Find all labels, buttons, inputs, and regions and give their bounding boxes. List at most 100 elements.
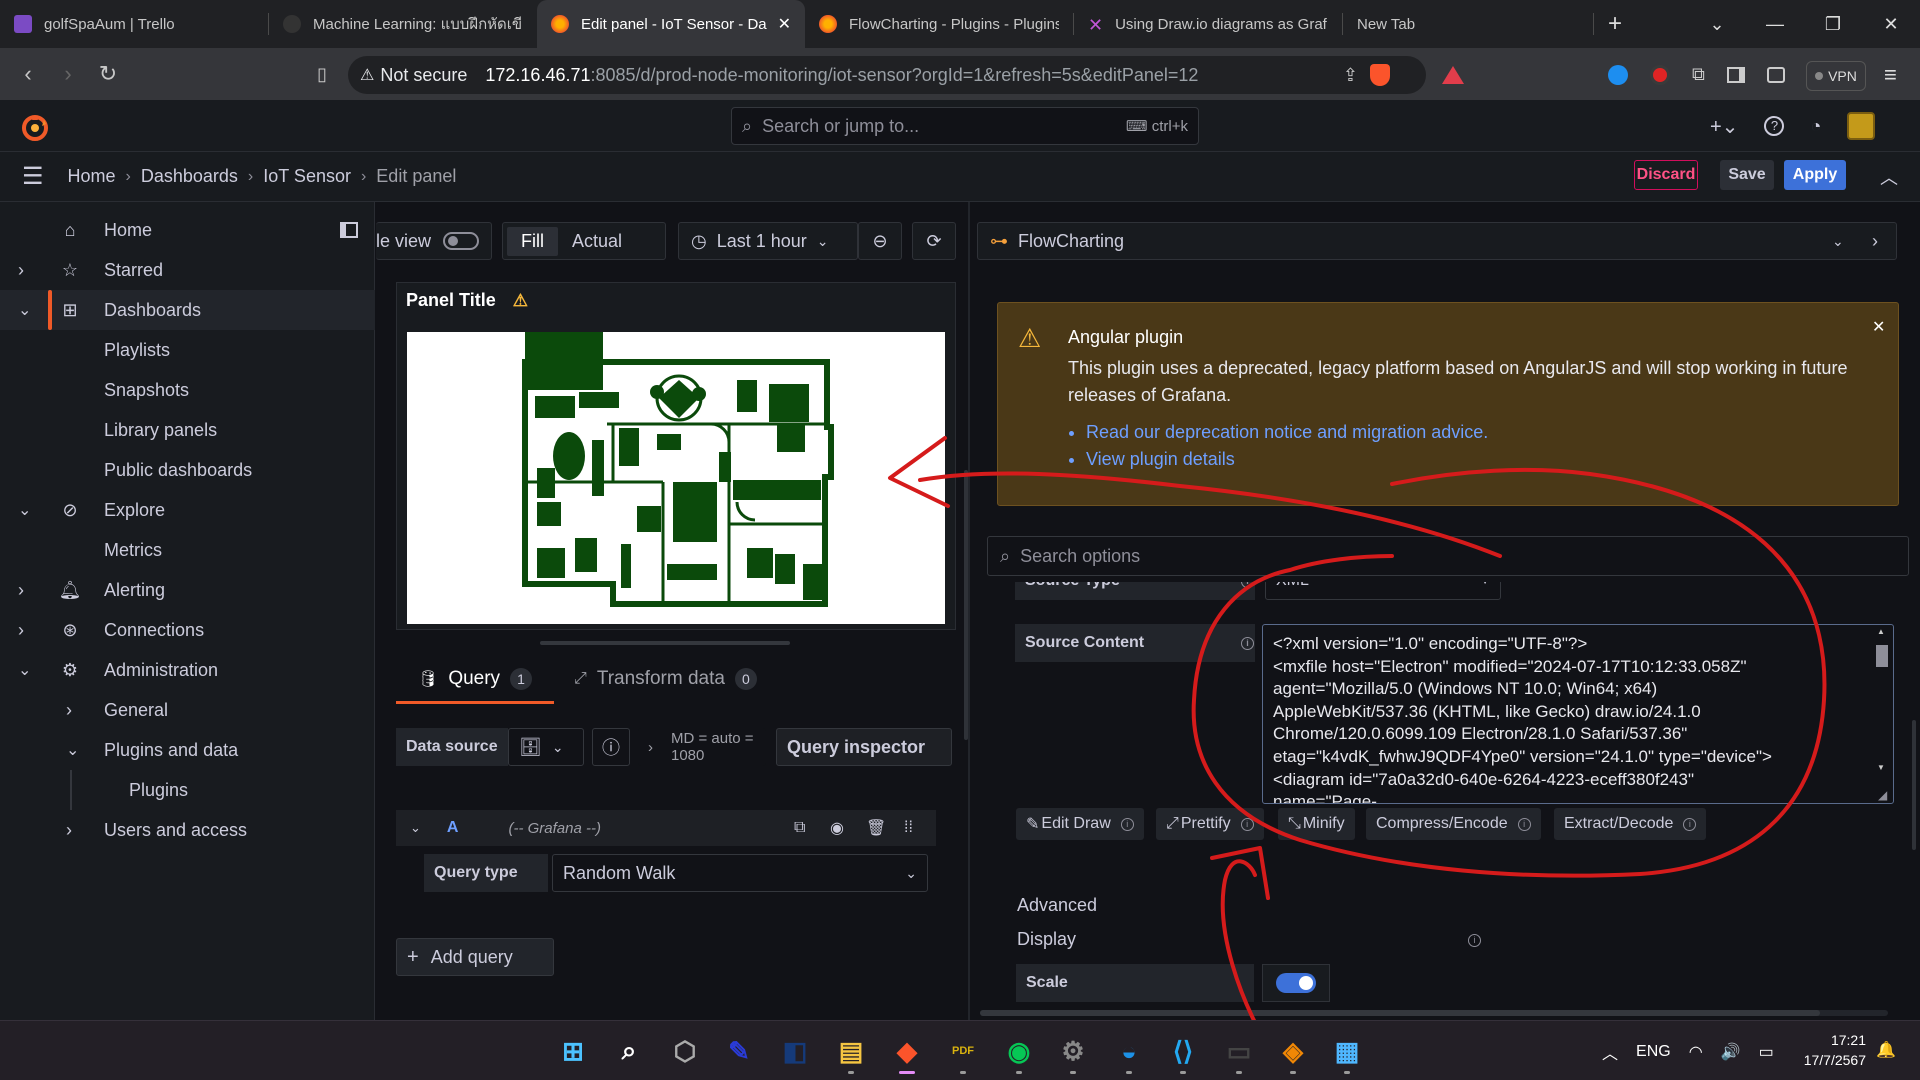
prettify-button[interactable]: ⤢ Prettify i — [1156, 808, 1264, 840]
chevron-right-icon[interactable]: › — [18, 580, 24, 601]
sidebar-item-plugins[interactable]: Plugins — [0, 770, 375, 810]
sidebar-item-users-and-access[interactable]: › Users and access — [0, 810, 375, 850]
share-icon[interactable]: ⇪ — [1343, 65, 1358, 86]
taskbar-notepad-icon[interactable]: ▦ — [1330, 1034, 1364, 1068]
info-icon[interactable]: i — [1517, 817, 1531, 831]
chevron-right-icon[interactable]: › — [1872, 231, 1878, 252]
sidebar-item-general[interactable]: › General — [0, 690, 375, 730]
back-icon[interactable]: ‹ — [8, 54, 48, 94]
wallet-icon[interactable] — [1766, 66, 1785, 83]
view-plugin-details-link[interactable]: View plugin details — [1086, 446, 1488, 473]
tab-drawio[interactable]: ✕ Using Draw.io diagrams as Graf — [1074, 0, 1342, 48]
taskbar-search-icon[interactable]: ⌕ — [612, 1034, 646, 1068]
save-button[interactable]: Save — [1720, 160, 1774, 190]
info-icon[interactable]: i — [1683, 817, 1697, 831]
floorplan-diagram[interactable] — [407, 332, 945, 624]
scroll-up-arrow-icon[interactable]: ▲ — [1877, 627, 1885, 636]
scroll-down-arrow-icon[interactable]: ▼ — [1877, 763, 1885, 772]
sidebar-item-dashboards[interactable]: ⌄ ⊞ Dashboards — [0, 290, 375, 330]
system-clock[interactable]: 17:21 17/7/2567 — [1796, 1030, 1866, 1070]
info-icon[interactable]: i — [1241, 636, 1254, 650]
sidebar-item-connections[interactable]: › ⊛ Connections — [0, 610, 375, 650]
info-icon[interactable]: i — [1120, 817, 1134, 831]
tab-edit-panel[interactable]: Edit panel - IoT Sensor - Da ✕ — [537, 0, 805, 48]
sidebar-toggle-icon[interactable] — [1726, 66, 1745, 83]
drag-handle-icon[interactable]: ⁞⁞ — [904, 819, 913, 837]
extension-icon-blue[interactable] — [1608, 64, 1628, 85]
close-window-icon[interactable]: ✕ — [1862, 14, 1920, 35]
sidebar-item-alerting[interactable]: › 🔔︎ Alerting — [0, 570, 375, 610]
taskbar-pdf-app-icon[interactable]: PDF — [946, 1034, 980, 1068]
breadcrumb-dashboards[interactable]: Dashboards — [141, 166, 238, 187]
grafana-logo-icon[interactable] — [20, 112, 50, 142]
tab-transform-data[interactable]: ⤢ Transform data 0 — [574, 668, 757, 690]
data-source-picker[interactable]: 🗄 ⌄ — [508, 728, 584, 766]
sidebar-item-library-panels[interactable]: Library panels — [0, 410, 375, 450]
sidebar-item-plugins-and-data[interactable]: ⌄ Plugins and data — [0, 730, 375, 770]
reload-icon[interactable]: ↻ — [88, 54, 128, 94]
chevron-down-icon[interactable]: ⌄ — [18, 660, 31, 680]
taskbar-windows-start-icon[interactable]: ⊞ — [556, 1034, 590, 1068]
brave-rewards-icon[interactable] — [1442, 66, 1464, 84]
query-letter[interactable]: A — [447, 819, 459, 837]
source-type-select[interactable]: XML ▼ — [1265, 582, 1501, 600]
chevron-right-icon[interactable]: › — [18, 260, 24, 281]
toggle-switch-on[interactable] — [1276, 973, 1316, 993]
sidebar-item-starred[interactable]: › ☆ Starred — [0, 250, 375, 290]
visualization-picker[interactable]: ⊶ FlowCharting ⌄ › — [977, 222, 1897, 260]
eye-icon[interactable]: ◉ — [830, 818, 844, 838]
query-inspector-button[interactable]: Query inspector — [776, 728, 952, 766]
query-row-header[interactable]: ⌄ A (-- Grafana --) ⧉ ◉ 🗑 ⁞⁞ — [396, 810, 936, 846]
taskbar-vscode-icon[interactable]: ⟨⟩ — [1166, 1034, 1200, 1068]
taskbar-line-app-icon[interactable]: ◉ — [1002, 1034, 1036, 1068]
fill-option[interactable]: Fill — [507, 226, 558, 256]
taskbar-drawio-icon[interactable]: ◈ — [1276, 1034, 1310, 1068]
scale-toggle[interactable] — [1262, 964, 1330, 1002]
query-type-select[interactable]: Random Walk ⌄ — [552, 854, 928, 892]
user-avatar[interactable] — [1847, 112, 1876, 140]
volume-icon[interactable]: 🔊 — [1721, 1042, 1741, 1062]
wifi-icon[interactable]: ◠ — [1689, 1042, 1703, 1062]
sidebar-item-metrics[interactable]: Metrics — [0, 530, 375, 570]
chevron-down-icon[interactable]: ⌄ — [18, 300, 31, 320]
chevron-right-icon[interactable]: › — [66, 700, 72, 721]
panel-title[interactable]: Panel Title ⚠ — [406, 290, 528, 311]
display-section-header[interactable]: Display — [1017, 929, 1076, 950]
compress-encode-button[interactable]: Compress/Encode i — [1366, 808, 1541, 840]
extensions-puzzle-icon[interactable]: ⧉ — [1692, 64, 1705, 85]
grafana-search-input[interactable]: ⌕ Search or jump to... ⌨ ctrl+k — [731, 107, 1199, 145]
sidebar-item-administration[interactable]: ⌄ ⚙ Administration — [0, 650, 375, 690]
brave-shield-icon[interactable] — [1370, 64, 1390, 86]
taskbar-docker-icon[interactable]: ◒ — [1112, 1034, 1146, 1068]
apply-button[interactable]: Apply — [1784, 160, 1846, 190]
taskbar-app-icon-navy[interactable]: ◧ — [778, 1034, 812, 1068]
chevron-right-icon[interactable]: › — [18, 620, 24, 641]
chevron-down-icon[interactable]: ⌄ — [18, 500, 31, 520]
tray-chevron-up-icon[interactable]: ︿ — [1602, 1040, 1618, 1064]
news-rss-icon[interactable]: ◔ — [1810, 116, 1821, 137]
url-bar[interactable]: ⚠ Not secure 172.16.46.71:8085/d/prod-no… — [348, 56, 1464, 94]
trash-icon[interactable]: 🗑 — [866, 818, 886, 838]
tab-query[interactable]: 🛢 Query 1 — [418, 668, 533, 690]
collapse-chevron-icon[interactable]: ⌄ — [410, 820, 421, 836]
deprecation-notice-link[interactable]: Read our deprecation notice and migratio… — [1086, 419, 1488, 446]
restore-icon[interactable]: ❐ — [1804, 14, 1862, 35]
breadcrumb-home[interactable]: Home — [68, 166, 116, 187]
extract-decode-button[interactable]: Extract/Decode i — [1554, 808, 1707, 840]
vpn-button[interactable]: VPN — [1806, 61, 1866, 91]
taskbar-settings-app-icon[interactable]: ⚙ — [1056, 1034, 1090, 1068]
forward-icon[interactable]: › — [48, 54, 88, 94]
duplicate-icon[interactable]: ⧉ — [794, 819, 805, 837]
info-icon[interactable]: i — [1468, 934, 1481, 947]
taskbar-terminal-icon[interactable]: ▭ — [1222, 1034, 1256, 1068]
datasource-help-button[interactable]: ⓘ — [592, 728, 630, 766]
bookmark-icon[interactable]: ▯ — [302, 54, 342, 94]
menu-hamburger-icon[interactable]: ☰ — [22, 162, 44, 191]
sidebar-item-snapshots[interactable]: Snapshots — [0, 370, 375, 410]
collapse-chevron-up-icon[interactable]: ︿ — [1880, 164, 1898, 190]
info-icon[interactable]: i — [1240, 817, 1254, 831]
chevron-right-icon[interactable]: › — [66, 820, 72, 841]
info-icon[interactable]: i — [1241, 582, 1254, 588]
tab-github[interactable]: Machine Learning: แบบฝึกหัดเขียน — [269, 0, 537, 48]
warning-icon[interactable]: ⚠ — [513, 291, 528, 310]
